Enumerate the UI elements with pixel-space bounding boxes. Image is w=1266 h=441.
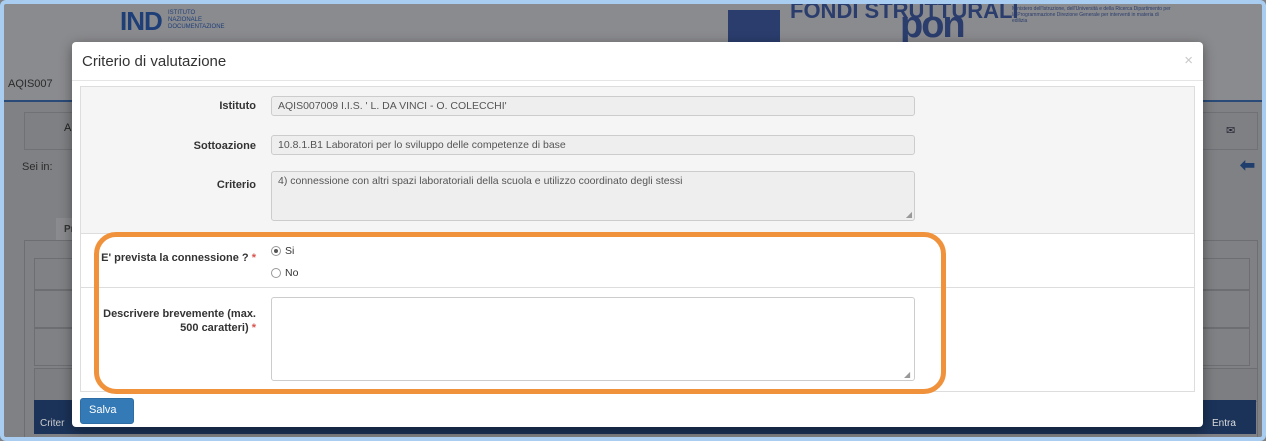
criterio-row: Criterio 4) connessione con altri spazi … (81, 163, 1194, 234)
background-nav-item: A (64, 122, 72, 134)
close-icon[interactable]: × (1184, 52, 1193, 69)
istituto-label: Istituto (219, 100, 256, 112)
criterio-modal: Criterio di valutazione × Istituto AQIS0… (72, 42, 1203, 427)
pon-logo: pon (900, 4, 966, 46)
istituto-field: AQIS007009 I.I.S. ' L. DA VINCI - O. COL… (271, 96, 915, 116)
criterio-text: 4) connessione con altri spazi laborator… (278, 175, 683, 187)
connessione-label: E' prevista la connessione ? * (101, 252, 256, 264)
ind-logo-subtitle: ISTITUTO NAZIONALE DOCUMENTAZIONE (168, 10, 225, 30)
connessione-row: E' prevista la connessione ? * Si No (81, 233, 1194, 288)
radio-no-label: No (285, 267, 299, 279)
ind-logo: IND (120, 6, 163, 36)
background-table-col-last: Entra (1212, 418, 1236, 429)
resize-handle-icon: ◢ (905, 210, 912, 219)
sottoazione-label: Sottoazione (193, 140, 256, 152)
background-tab-code: AQIS007 (8, 78, 53, 90)
descrizione-row: Descrivere brevemente (max. 500 caratter… (81, 287, 1194, 391)
radio-si[interactable] (271, 246, 281, 256)
descrizione-label: Descrivere brevemente (max. 500 caratter… (103, 307, 256, 335)
background-table-col-first: Criter (40, 418, 65, 429)
criterio-form: Istituto AQIS007009 I.I.S. ' L. DA VINCI… (80, 86, 1195, 392)
required-mark: * (251, 322, 256, 334)
criterio-field: 4) connessione con altri spazi laborator… (271, 171, 915, 221)
descrizione-label-line2: 500 caratteri) (180, 322, 249, 334)
radio-option-si[interactable]: Si (271, 245, 294, 257)
radio-si-label: Si (285, 245, 295, 257)
criterio-label: Criterio (216, 179, 256, 191)
back-arrow-icon: ⬅ (1240, 155, 1256, 175)
descrizione-label-line1: Descrivere brevemente (max. (103, 308, 256, 320)
breadcrumb: Sei in: (22, 161, 53, 173)
istituto-row: Istituto AQIS007009 I.I.S. ' L. DA VINCI… (81, 87, 1194, 126)
sottoazione-field: 10.8.1.B1 Laboratori per lo sviluppo del… (271, 135, 915, 155)
required-mark: * (251, 252, 256, 264)
radio-option-no[interactable]: No (271, 267, 298, 279)
salva-button[interactable]: Salva (80, 398, 134, 424)
ministry-logo-text: Ministero dell'Istruzione, dell'Universi… (1012, 6, 1171, 24)
sottoazione-row: Sottoazione 10.8.1.B1 Laboratori per lo … (81, 125, 1194, 164)
mail-icon: ✉ (1226, 125, 1236, 137)
resize-handle-icon[interactable]: ◢ (904, 370, 1192, 390)
descrizione-textarea[interactable] (271, 297, 915, 381)
modal-header: Criterio di valutazione × (72, 42, 1203, 81)
modal-title: Criterio di valutazione (82, 53, 227, 70)
connessione-label-text: E' prevista la connessione ? (101, 252, 249, 264)
radio-no[interactable] (271, 268, 281, 278)
eu-flag-icon (728, 10, 780, 44)
